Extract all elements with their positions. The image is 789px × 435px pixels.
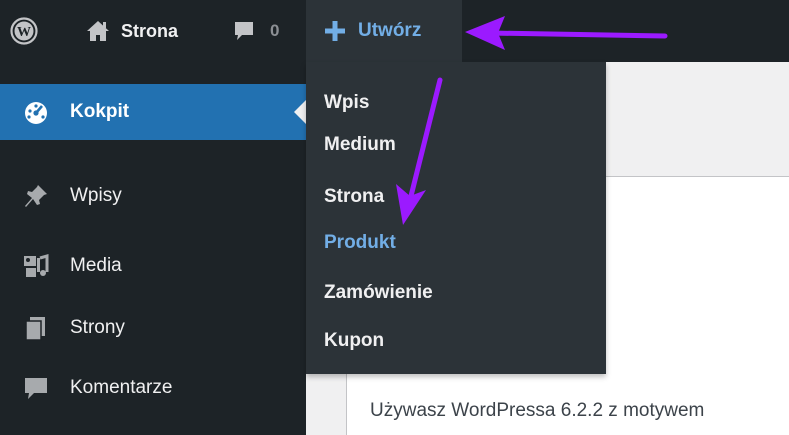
wordpress-logo-icon: W — [10, 17, 38, 45]
sidebar-item-kokpit[interactable]: Kokpit — [0, 84, 306, 140]
site-home-link[interactable]: Strona — [85, 0, 178, 62]
sidebar-item-komentarze[interactable]: Komentarze — [0, 360, 306, 416]
site-name: Strona — [121, 20, 179, 41]
sidebar-item-label: Strony — [70, 317, 125, 338]
active-menu-caret — [294, 100, 306, 124]
plus-icon — [325, 21, 345, 41]
sidebar-item-media[interactable]: Media — [0, 238, 306, 294]
comments-count: 0 — [270, 21, 280, 40]
media-icon — [24, 254, 49, 277]
comments-link[interactable]: 0 — [232, 0, 279, 62]
sidebar-item-wpisy[interactable]: Wpisy — [0, 168, 306, 224]
sidebar-item-label: Kokpit — [70, 101, 130, 122]
admin-bar: W Strona 0 Utwórz — [0, 0, 789, 62]
pages-icon — [25, 317, 45, 341]
dashboard-icon — [25, 102, 47, 124]
sidebar-item-strony[interactable]: Strony — [0, 300, 306, 356]
comment-bubble-icon — [235, 22, 253, 40]
menu-item-strona[interactable]: Strona — [324, 186, 384, 208]
menu-item-wpis[interactable]: Wpis — [324, 92, 369, 114]
menu-item-zamowienie[interactable]: Zamówienie — [324, 282, 433, 304]
new-content-dropdown: Wpis Medium Strona Produkt Zamówienie Ku… — [306, 62, 606, 374]
version-text: Używasz WordPressa 6.2.2 z motywem — [370, 400, 705, 421]
new-content-button[interactable]: Utwórz — [306, 0, 462, 62]
admin-sidebar: Kokpit Wpisy Media Strony Komentarze — [0, 62, 306, 435]
new-content-label: Utwórz — [358, 20, 422, 41]
sidebar-item-label: Media — [70, 255, 122, 276]
wordpress-logo-button[interactable]: W — [10, 0, 38, 62]
menu-item-kupon[interactable]: Kupon — [324, 330, 384, 352]
svg-text:W: W — [17, 25, 31, 40]
sidebar-item-label: Komentarze — [70, 377, 173, 398]
pushpin-icon — [25, 185, 47, 207]
menu-item-medium[interactable]: Medium — [324, 134, 396, 156]
menu-item-produkt[interactable]: Produkt — [324, 232, 396, 254]
home-icon — [87, 21, 109, 41]
sidebar-item-label: Wpisy — [70, 185, 122, 206]
comment-icon — [25, 378, 47, 399]
